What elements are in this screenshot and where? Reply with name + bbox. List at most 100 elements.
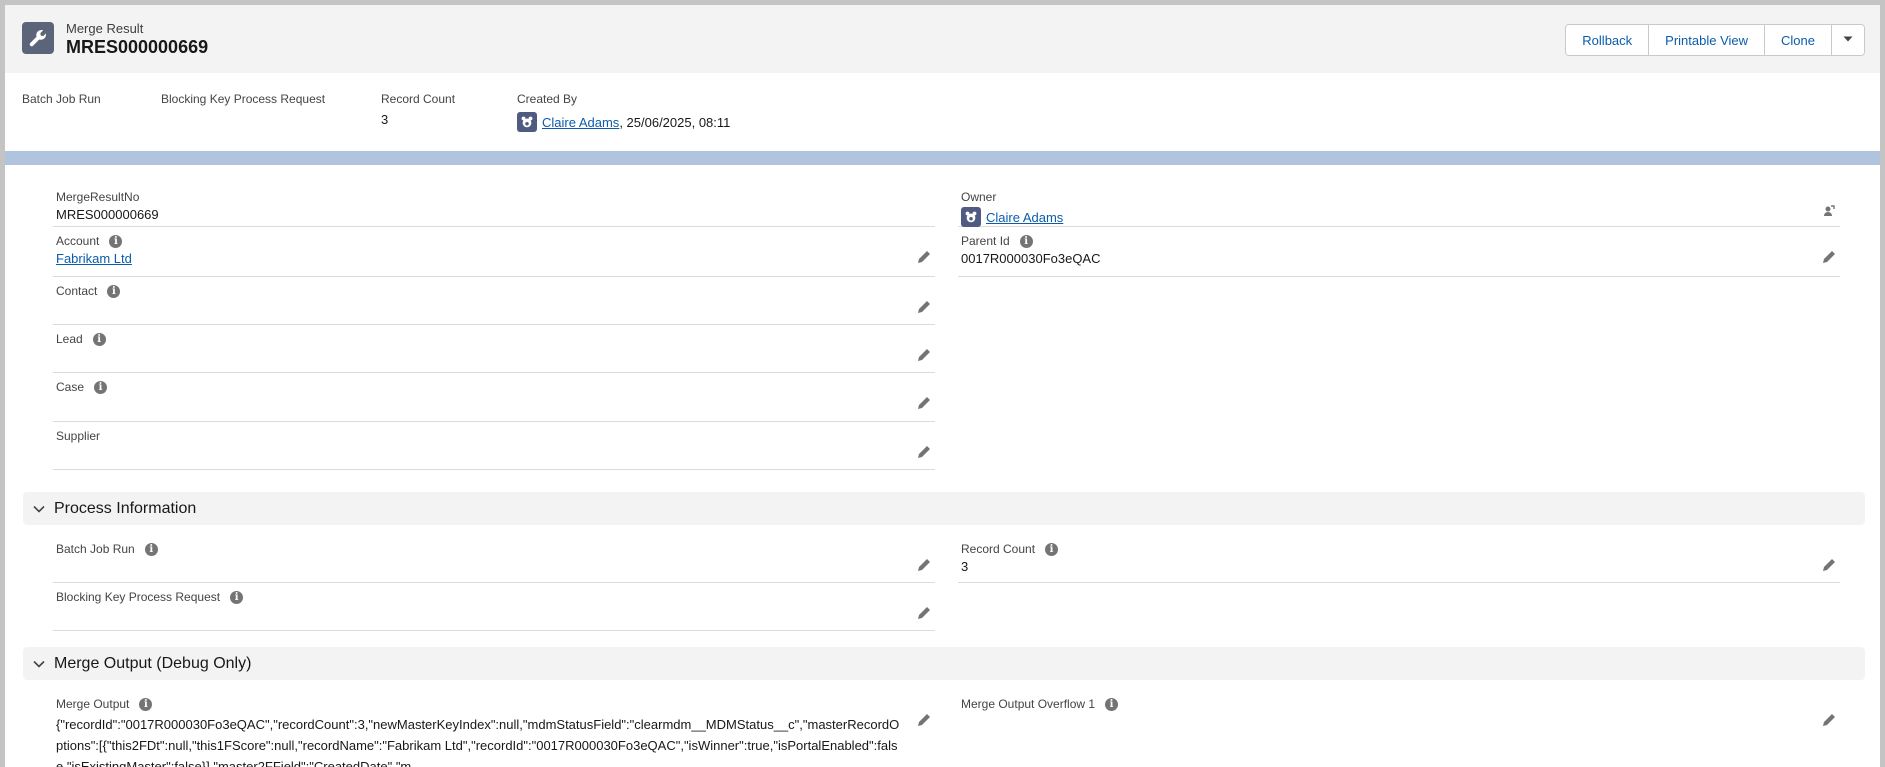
highlight-value: 3 bbox=[381, 112, 389, 127]
field-parent-id: Parent Id i 0017R000030Fo3eQAC bbox=[958, 227, 1840, 277]
field-supplier: Supplier bbox=[53, 422, 935, 470]
field-value: MRES000000669 bbox=[56, 207, 159, 222]
owner-link[interactable]: Claire Adams bbox=[986, 210, 1063, 225]
section-title: Process Information bbox=[54, 499, 197, 517]
info-icon[interactable]: i bbox=[1105, 697, 1119, 711]
parent-id-label: Parent Id bbox=[961, 234, 1010, 248]
pencil-icon[interactable] bbox=[916, 347, 932, 363]
batch-job-run-label: Batch Job Run bbox=[56, 542, 135, 556]
highlight-record-count: Record Count 3 bbox=[381, 92, 455, 127]
info-icon[interactable]: i bbox=[1045, 542, 1059, 556]
record-count-label: Record Count bbox=[961, 542, 1036, 556]
field-label: Owner bbox=[961, 190, 997, 204]
created-by-user-link[interactable]: Claire Adams bbox=[542, 115, 619, 130]
pencil-icon[interactable] bbox=[1821, 712, 1837, 728]
pencil-icon[interactable] bbox=[916, 557, 932, 573]
pencil-icon[interactable] bbox=[916, 249, 932, 265]
created-by-date: , 25/06/2025, 08:11 bbox=[619, 114, 731, 130]
field-owner: Owner Claire Adams bbox=[958, 183, 1840, 227]
highlight-label: Record Count bbox=[381, 92, 456, 106]
pencil-icon[interactable] bbox=[916, 444, 932, 460]
field-merge-result-no: MergeResultNo MRES000000669 bbox=[53, 183, 935, 227]
field-value: 0017R000030Fo3eQAC bbox=[961, 251, 1101, 266]
pencil-icon[interactable] bbox=[916, 299, 932, 315]
field-contact: Contact i bbox=[53, 277, 935, 325]
owner-value: Claire Adams bbox=[961, 207, 1063, 227]
section-process-information[interactable]: Process Information bbox=[23, 492, 1865, 525]
case-label: Case bbox=[56, 380, 85, 394]
wrench-icon bbox=[22, 22, 54, 54]
field-label: MergeResultNo bbox=[56, 190, 140, 204]
field-label: Blocking Key Process Request i bbox=[56, 590, 244, 604]
blocking-key-label: Blocking Key Process Request bbox=[56, 590, 221, 604]
info-icon[interactable]: i bbox=[139, 697, 153, 711]
highlight-blocking-key: Blocking Key Process Request bbox=[161, 92, 325, 106]
highlights-panel: Batch Job Run Blocking Key Process Reque… bbox=[5, 73, 1880, 151]
highlight-label: Batch Job Run bbox=[22, 92, 101, 106]
account-link[interactable]: Fabrikam Ltd bbox=[56, 251, 132, 266]
chevron-down-icon bbox=[32, 657, 46, 671]
rollback-button[interactable]: Rollback bbox=[1566, 25, 1650, 55]
pencil-icon[interactable] bbox=[1821, 249, 1837, 265]
pencil-icon[interactable] bbox=[916, 605, 932, 621]
field-label: Batch Job Run i bbox=[56, 542, 158, 556]
merge-output-value: {"recordId":"0017R000030Fo3eQAC","record… bbox=[56, 717, 900, 767]
highlight-label: Created By bbox=[517, 92, 578, 106]
merge-output-label: Merge Output bbox=[56, 697, 130, 711]
info-icon[interactable]: i bbox=[144, 542, 158, 556]
object-type-label: Merge Result bbox=[66, 21, 144, 36]
chevron-down-icon bbox=[1842, 33, 1854, 48]
merge-output-overflow-label: Merge Output Overflow 1 bbox=[961, 697, 1096, 711]
field-case: Case i bbox=[53, 373, 935, 422]
field-label: Case i bbox=[56, 380, 108, 394]
field-account: Account i Fabrikam Ltd bbox=[53, 227, 935, 277]
field-label: Parent Id i bbox=[961, 234, 1033, 248]
field-label: Merge Output Overflow 1 i bbox=[961, 697, 1119, 711]
field-label: Record Count i bbox=[961, 542, 1059, 556]
field-value: 3 bbox=[961, 559, 969, 574]
info-icon[interactable]: i bbox=[230, 590, 244, 604]
record-header: Merge Result MRES000000669 Rollback Prin… bbox=[5, 5, 1880, 73]
section-merge-output[interactable]: Merge Output (Debug Only) bbox=[23, 647, 1865, 680]
field-label: Account i bbox=[56, 234, 123, 248]
more-actions-button[interactable] bbox=[1832, 25, 1864, 55]
pencil-icon[interactable] bbox=[1821, 557, 1837, 573]
highlight-label: Blocking Key Process Request bbox=[161, 92, 326, 106]
field-record-count: Record Count i 3 bbox=[958, 535, 1840, 583]
info-icon[interactable]: i bbox=[107, 284, 121, 298]
highlight-batch-job-run: Batch Job Run bbox=[22, 92, 101, 106]
created-by-value: Claire Adams , 25/06/2025, 08:11 bbox=[517, 112, 730, 132]
field-blocking-key-process-request: Blocking Key Process Request i bbox=[53, 583, 935, 631]
lead-label: Lead bbox=[56, 332, 83, 346]
change-owner-icon[interactable] bbox=[1821, 203, 1837, 219]
info-icon[interactable]: i bbox=[1019, 234, 1033, 248]
section-title: Merge Output (Debug Only) bbox=[54, 654, 252, 672]
info-icon[interactable]: i bbox=[94, 380, 108, 394]
pencil-icon[interactable] bbox=[916, 712, 932, 728]
field-label: Supplier bbox=[56, 429, 101, 443]
clone-button[interactable]: Clone bbox=[1765, 25, 1832, 55]
field-lead: Lead i bbox=[53, 325, 935, 373]
avatar bbox=[961, 207, 981, 227]
page-title: MRES000000669 bbox=[66, 37, 209, 57]
account-label: Account bbox=[56, 234, 100, 248]
avatar bbox=[517, 112, 537, 132]
field-merge-output-overflow-1: Merge Output Overflow 1 i bbox=[958, 690, 1840, 767]
chevron-down-icon bbox=[32, 502, 46, 516]
highlight-created-by: Created By Claire Adams , 25/06/2025, 08… bbox=[517, 92, 730, 132]
field-value: Fabrikam Ltd bbox=[56, 251, 132, 266]
tab-band bbox=[5, 151, 1880, 165]
field-label: Lead i bbox=[56, 332, 106, 346]
field-label: Contact i bbox=[56, 284, 121, 298]
field-merge-output: Merge Output i {"recordId":"0017R000030F… bbox=[53, 690, 935, 767]
info-icon[interactable]: i bbox=[109, 234, 123, 248]
info-icon[interactable]: i bbox=[92, 332, 106, 346]
field-batch-job-run: Batch Job Run i bbox=[53, 535, 935, 583]
detail-panel: MergeResultNo MRES000000669 Owner Claire… bbox=[5, 165, 1880, 767]
pencil-icon[interactable] bbox=[916, 395, 932, 411]
field-label: Merge Output i bbox=[56, 697, 153, 711]
action-button-group: Rollback Printable View Clone bbox=[1565, 24, 1865, 56]
contact-label: Contact bbox=[56, 284, 98, 298]
record-page: Merge Result MRES000000669 Rollback Prin… bbox=[5, 5, 1880, 767]
printable-view-button[interactable]: Printable View bbox=[1649, 25, 1766, 55]
